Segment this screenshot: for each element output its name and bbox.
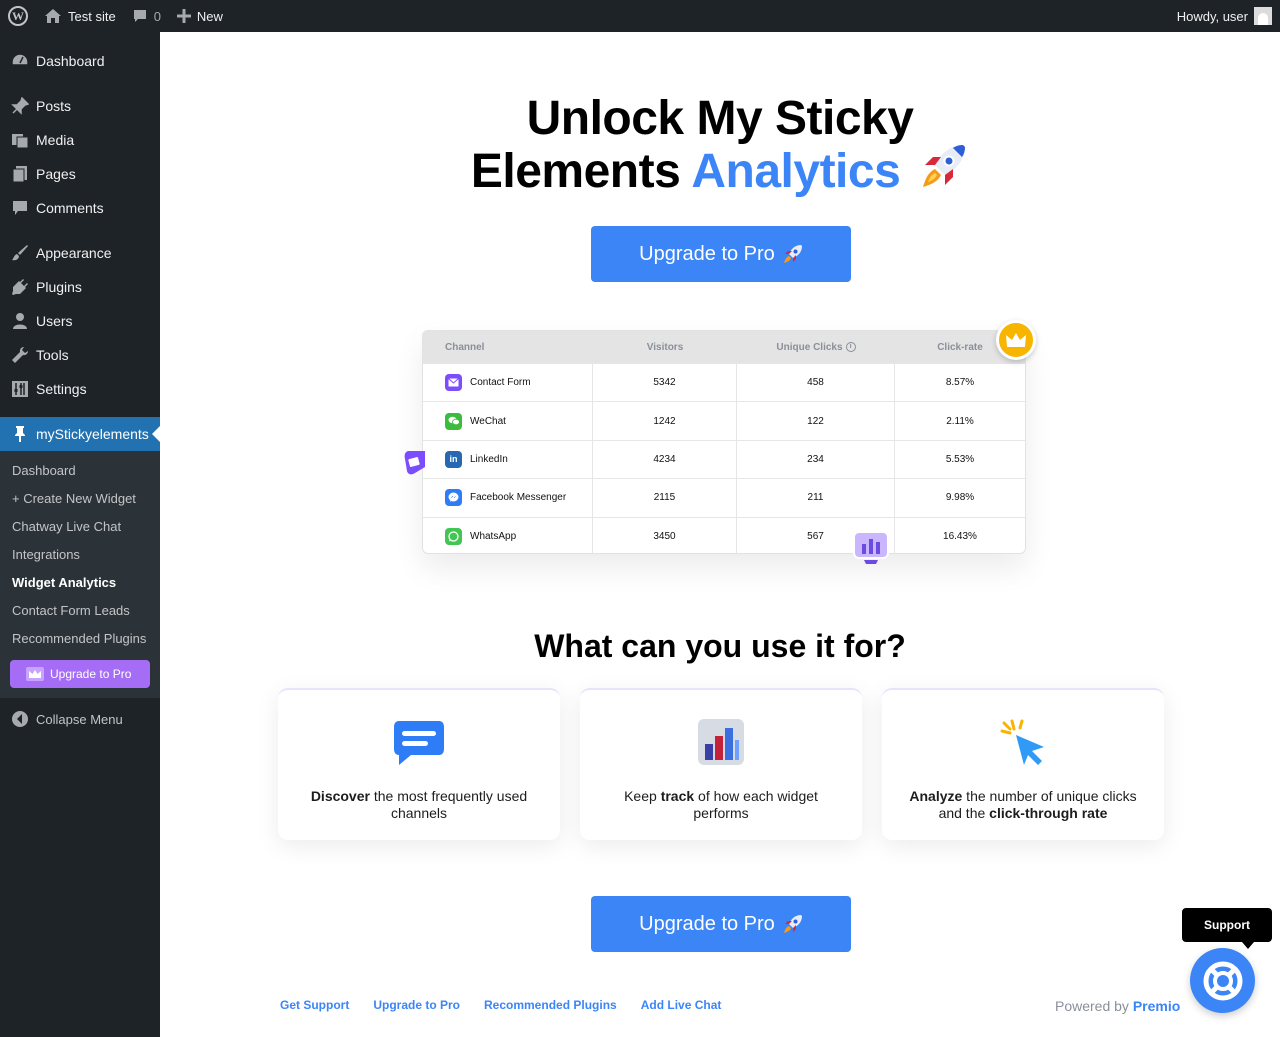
collapse-icon [10, 709, 30, 729]
comment-icon [132, 8, 148, 24]
table-row: WeChat 1242 122 2.11% [423, 401, 1025, 440]
submenu-create-new-widget[interactable]: + Create New Widget [0, 484, 160, 512]
menu-settings[interactable]: Settings [0, 372, 160, 406]
wordpress-logo-button[interactable]: W [0, 0, 36, 32]
submenu-widget-analytics[interactable]: Widget Analytics [0, 568, 160, 596]
user-icon [10, 311, 30, 331]
crown-icon [996, 320, 1036, 360]
collapse-menu-button[interactable]: Collapse Menu [0, 702, 160, 736]
site-name-link[interactable]: Test site [36, 0, 124, 32]
table-row: Contact Form 5342 458 8.57% [423, 363, 1025, 402]
comments-count: 0 [153, 8, 161, 24]
pin-icon [10, 96, 30, 116]
comment-icon [10, 198, 30, 218]
menu-comments[interactable]: Comments [0, 191, 160, 225]
thumbtack-icon [10, 424, 30, 444]
admin-sidebar: Dashboard Posts Media Pages Comments App… [0, 32, 160, 1037]
page-title: Unlock My Sticky Elements Analytics [160, 94, 1280, 200]
feature-card-discover: Discover the most frequently used channe… [278, 688, 560, 840]
footer-links: Get Support Upgrade to Pro Recommended P… [280, 998, 745, 1012]
feature-card-analyze: Analyze the number of unique clicks and … [882, 688, 1164, 840]
menu-posts[interactable]: Posts [0, 89, 160, 123]
menu-plugins[interactable]: Plugins [0, 270, 160, 304]
wordpress-logo-icon: W [8, 6, 28, 26]
features-title: What can you use it for? [534, 628, 906, 664]
avatar [1254, 7, 1272, 25]
analytics-table-preview: Channel Visitors Unique Clicks i Click-ra… [422, 330, 1026, 554]
menu-users[interactable]: Users [0, 304, 160, 338]
submenu-recommended-plugins[interactable]: Recommended Plugins [0, 624, 160, 652]
envelope-icon [445, 374, 462, 392]
chat-bubble-icon [392, 716, 446, 768]
main-content: Unlock My Sticky Elements Analytics Upgr… [160, 32, 1280, 1037]
messenger-icon [445, 489, 462, 507]
crown-icon [26, 667, 44, 681]
menu-appearance[interactable]: Appearance [0, 236, 160, 270]
lifebuoy-icon [1202, 960, 1244, 1002]
menu-dashboard[interactable]: Dashboard [0, 44, 160, 78]
table-header: Channel Visitors Unique Clicks i Click-ra… [423, 331, 1025, 363]
menu-pages[interactable]: Pages [0, 157, 160, 191]
media-icon [10, 130, 30, 150]
table-row: WhatsApp 3450 567 16.43% [423, 516, 1025, 553]
feature-card-track: Keep track of how each widget performs [580, 688, 862, 840]
footer-link-recommended-plugins[interactable]: Recommended Plugins [484, 998, 617, 1012]
table-row: in LinkedIn 4234 234 5.53% [423, 439, 1025, 479]
footer-link-add-live-chat[interactable]: Add Live Chat [641, 998, 722, 1012]
rocket-icon [783, 244, 803, 264]
submenu-chatway-live-chat[interactable]: Chatway Live Chat [0, 512, 160, 540]
home-icon [44, 8, 62, 24]
submenu-dashboard[interactable]: Dashboard [0, 456, 160, 484]
table-row: Facebook Messenger 2115 211 9.98% [423, 478, 1025, 517]
wechat-icon [445, 412, 462, 430]
wrench-icon [10, 345, 30, 365]
submenu-contact-form-leads[interactable]: Contact Form Leads [0, 596, 160, 624]
support-button[interactable] [1190, 948, 1255, 1013]
comments-link[interactable]: 0 [124, 0, 169, 32]
sidebar-upgrade-button[interactable]: Upgrade to Pro [10, 660, 150, 688]
upgrade-to-pro-button-top[interactable]: Upgrade to Pro [591, 226, 851, 282]
footer-link-get-support[interactable]: Get Support [280, 998, 349, 1012]
premio-link[interactable]: Premio [1133, 998, 1180, 1014]
rocket-icon [783, 914, 803, 934]
bar-chart-icon [694, 716, 748, 768]
admin-bar: W Test site 0 New Howdy, user [0, 0, 1280, 32]
settings-icon [10, 379, 30, 399]
submenu-integrations[interactable]: Integrations [0, 540, 160, 568]
plus-icon [176, 9, 191, 23]
envelope-icon [403, 449, 425, 477]
plug-icon [10, 277, 30, 297]
support-tooltip: Support [1182, 908, 1272, 949]
upgrade-to-pro-button-bottom[interactable]: Upgrade to Pro [591, 896, 851, 952]
info-icon: i [845, 341, 856, 352]
menu-mystickyelements[interactable]: myStickyelements [0, 417, 160, 451]
powered-by: Powered by Premio [1055, 998, 1181, 1014]
chart-icon [850, 530, 892, 566]
new-content-link[interactable]: New [169, 0, 231, 32]
rocket-icon [919, 143, 969, 200]
menu-tools[interactable]: Tools [0, 338, 160, 372]
linkedin-icon: in [445, 450, 462, 468]
footer-link-upgrade-to-pro[interactable]: Upgrade to Pro [373, 998, 460, 1012]
cursor-click-icon [996, 716, 1050, 768]
mystickyelements-submenu: Dashboard + Create New Widget Chatway Li… [0, 451, 160, 698]
site-name: Test site [68, 8, 116, 24]
howdy-text: Howdy, user [1176, 8, 1248, 24]
my-account-link[interactable]: Howdy, user [1169, 0, 1280, 32]
pages-icon [10, 164, 30, 184]
whatsapp-icon [445, 527, 462, 545]
brush-icon [10, 243, 30, 263]
menu-media[interactable]: Media [0, 123, 160, 157]
new-label: New [196, 8, 223, 24]
dashboard-icon [10, 51, 30, 71]
